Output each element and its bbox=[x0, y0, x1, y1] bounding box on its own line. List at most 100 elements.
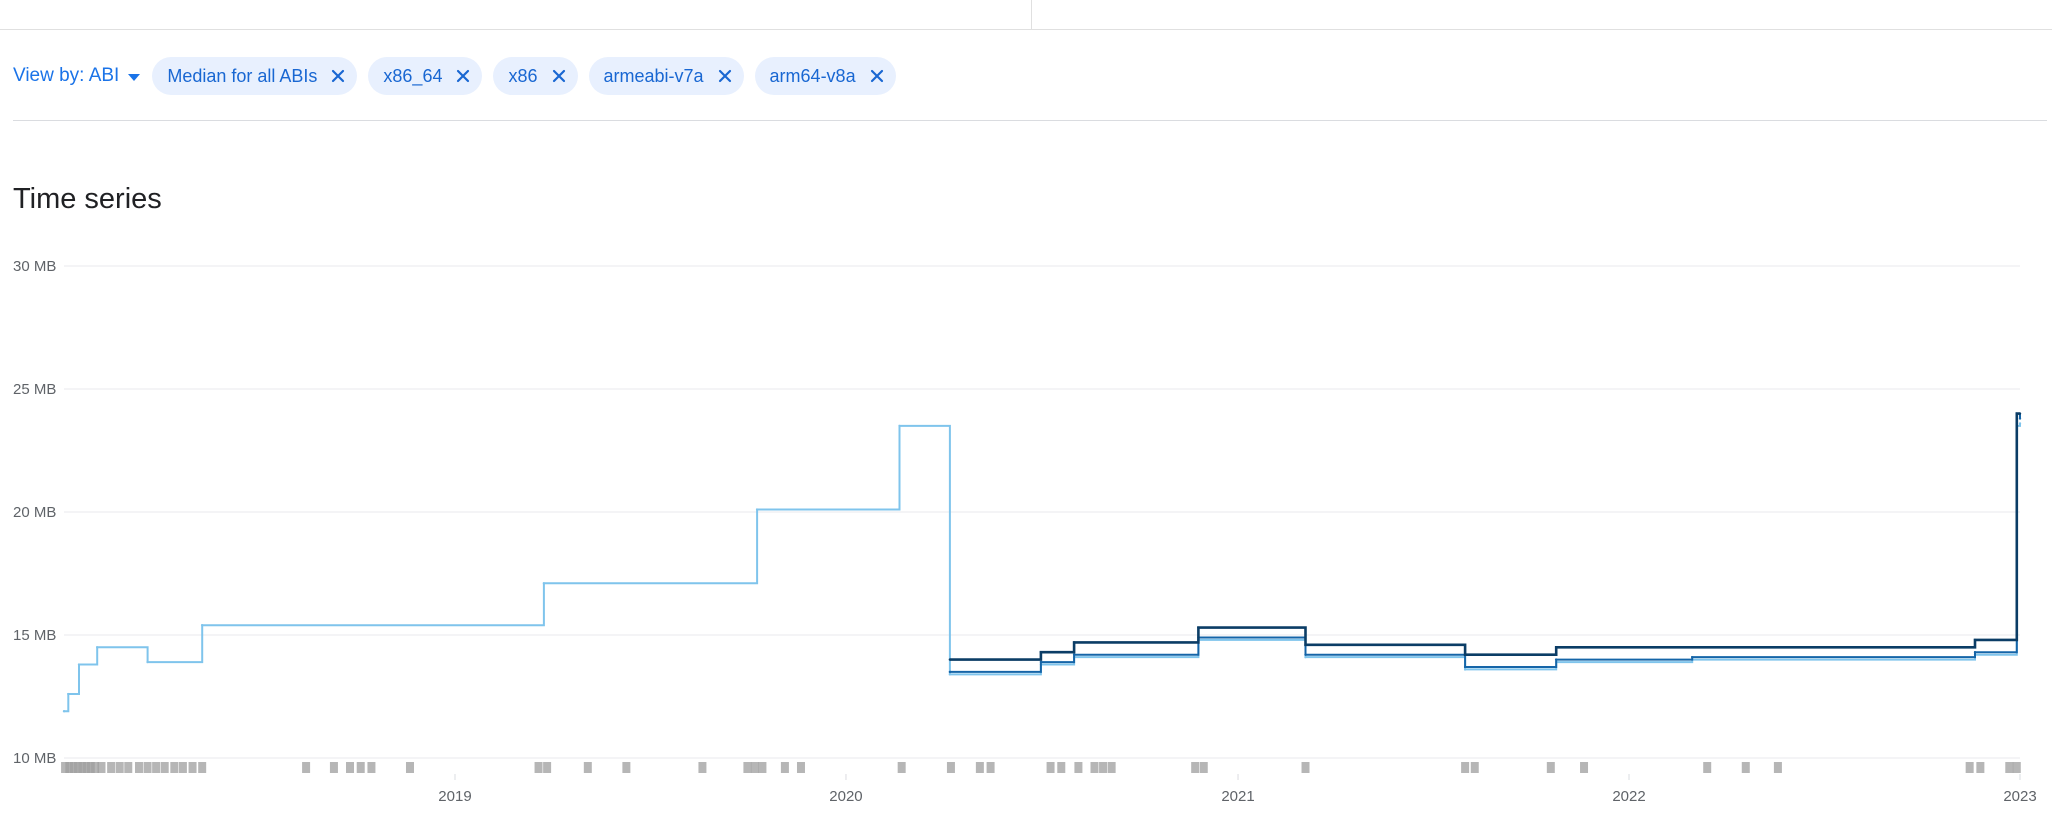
release-marker bbox=[1470, 762, 1479, 773]
y-tick-label: 10 MB bbox=[13, 750, 56, 767]
x-tick-label: 2022 bbox=[1612, 788, 1645, 805]
filter-chip-x86-64[interactable]: x86_64 bbox=[368, 57, 483, 95]
section-title: Time series bbox=[13, 183, 162, 215]
filter-chip-x86[interactable]: x86 bbox=[493, 57, 578, 95]
release-marker bbox=[198, 762, 207, 773]
release-marker bbox=[796, 762, 805, 773]
release-marker bbox=[1057, 762, 1066, 773]
filter-chip-arm64-v8a[interactable]: arm64-v8a bbox=[754, 57, 896, 95]
release-marker bbox=[897, 762, 906, 773]
series-point bbox=[62, 710, 66, 713]
series-point bbox=[1072, 653, 1076, 656]
series-point bbox=[2018, 422, 2022, 425]
release-marker bbox=[1965, 762, 1974, 773]
series-point bbox=[1973, 651, 1977, 654]
release-marker bbox=[115, 762, 124, 773]
x-tick-label: 2021 bbox=[1221, 788, 1254, 805]
release-marker bbox=[2012, 762, 2021, 773]
release-marker bbox=[1199, 762, 1208, 773]
filter-chip-median-all-abis[interactable]: Median for all ABIs bbox=[152, 57, 358, 95]
y-tick-label: 30 MB bbox=[13, 258, 56, 275]
release-marker bbox=[124, 762, 133, 773]
release-marker bbox=[698, 762, 707, 773]
view-by-label: View by: ABI bbox=[13, 65, 120, 86]
series-point bbox=[1463, 665, 1467, 669]
close-icon[interactable] bbox=[329, 67, 347, 85]
release-marker bbox=[1099, 762, 1108, 773]
release-marker bbox=[1976, 762, 1985, 773]
release-marker bbox=[1090, 762, 1099, 773]
top-column-divider bbox=[1031, 0, 1032, 29]
release-marker bbox=[1191, 762, 1200, 773]
release-marker bbox=[178, 762, 187, 773]
series-point bbox=[77, 663, 81, 666]
x-tick-label: 2019 bbox=[438, 788, 471, 805]
series-point bbox=[898, 424, 901, 428]
close-icon[interactable] bbox=[454, 67, 472, 85]
series-line bbox=[949, 412, 2020, 661]
series-line bbox=[64, 423, 2021, 713]
chip-label: x86_64 bbox=[383, 65, 443, 86]
release-marker bbox=[946, 762, 955, 773]
series-point bbox=[948, 673, 952, 676]
y-tick-label: 25 MB bbox=[13, 381, 56, 398]
x-tick-label: 2020 bbox=[829, 788, 862, 805]
series-point bbox=[1691, 646, 1694, 649]
series-point bbox=[96, 646, 99, 649]
filter-bar: View by: ABI Median for all ABIs x86_64 … bbox=[13, 56, 907, 96]
release-marker bbox=[1074, 762, 1083, 773]
filter-divider-line bbox=[13, 120, 2047, 121]
release-marker bbox=[2005, 762, 2014, 773]
chip-label: armeabi-v7a bbox=[603, 65, 704, 86]
release-marker bbox=[1107, 762, 1116, 773]
series-point bbox=[1197, 626, 1200, 629]
release-marker bbox=[583, 762, 592, 773]
release-marker bbox=[346, 762, 355, 773]
y-tick-label: 20 MB bbox=[13, 504, 56, 521]
series-point bbox=[200, 623, 204, 627]
series-point bbox=[2015, 412, 2018, 415]
series-point bbox=[1463, 653, 1467, 656]
release-marker bbox=[143, 762, 152, 773]
series-point bbox=[1072, 641, 1076, 644]
top-divider-line bbox=[0, 29, 2052, 30]
chip-label: Median for all ABIs bbox=[167, 65, 318, 86]
release-marker bbox=[534, 762, 543, 773]
close-icon[interactable] bbox=[716, 67, 734, 85]
y-tick-label: 15 MB bbox=[13, 627, 56, 644]
series-point bbox=[1554, 646, 1558, 649]
series-point bbox=[1973, 638, 1977, 642]
view-by-dropdown[interactable]: View by: ABI bbox=[13, 65, 141, 87]
series-point bbox=[542, 582, 546, 585]
release-marker bbox=[750, 762, 759, 773]
series-point bbox=[1463, 668, 1467, 671]
release-marker bbox=[543, 762, 552, 773]
series-point bbox=[1039, 651, 1043, 654]
series-point bbox=[1691, 655, 1694, 659]
release-marker bbox=[170, 762, 179, 773]
filter-chip-armeabi-v7a[interactable]: armeabi-v7a bbox=[588, 57, 744, 95]
series-point bbox=[1039, 660, 1043, 664]
release-marker bbox=[622, 762, 631, 773]
release-marker bbox=[1546, 762, 1555, 773]
release-marker bbox=[1580, 762, 1589, 773]
close-icon[interactable] bbox=[868, 67, 886, 85]
series-point bbox=[1304, 655, 1307, 659]
release-marker bbox=[188, 762, 197, 773]
close-icon[interactable] bbox=[550, 67, 568, 85]
release-marker bbox=[107, 762, 116, 773]
release-marker bbox=[986, 762, 995, 773]
chip-label: arm64-v8a bbox=[769, 65, 856, 86]
release-marker bbox=[367, 762, 376, 773]
release-marker bbox=[975, 762, 984, 773]
release-marker bbox=[97, 762, 106, 773]
release-marker bbox=[329, 762, 338, 773]
release-marker bbox=[1301, 762, 1310, 773]
series-point bbox=[2018, 417, 2022, 420]
series-point bbox=[948, 670, 952, 674]
release-marker bbox=[780, 762, 789, 773]
release-marker bbox=[160, 762, 169, 773]
release-marker bbox=[302, 762, 311, 773]
release-marker bbox=[1046, 762, 1055, 773]
release-marker bbox=[1461, 762, 1470, 773]
